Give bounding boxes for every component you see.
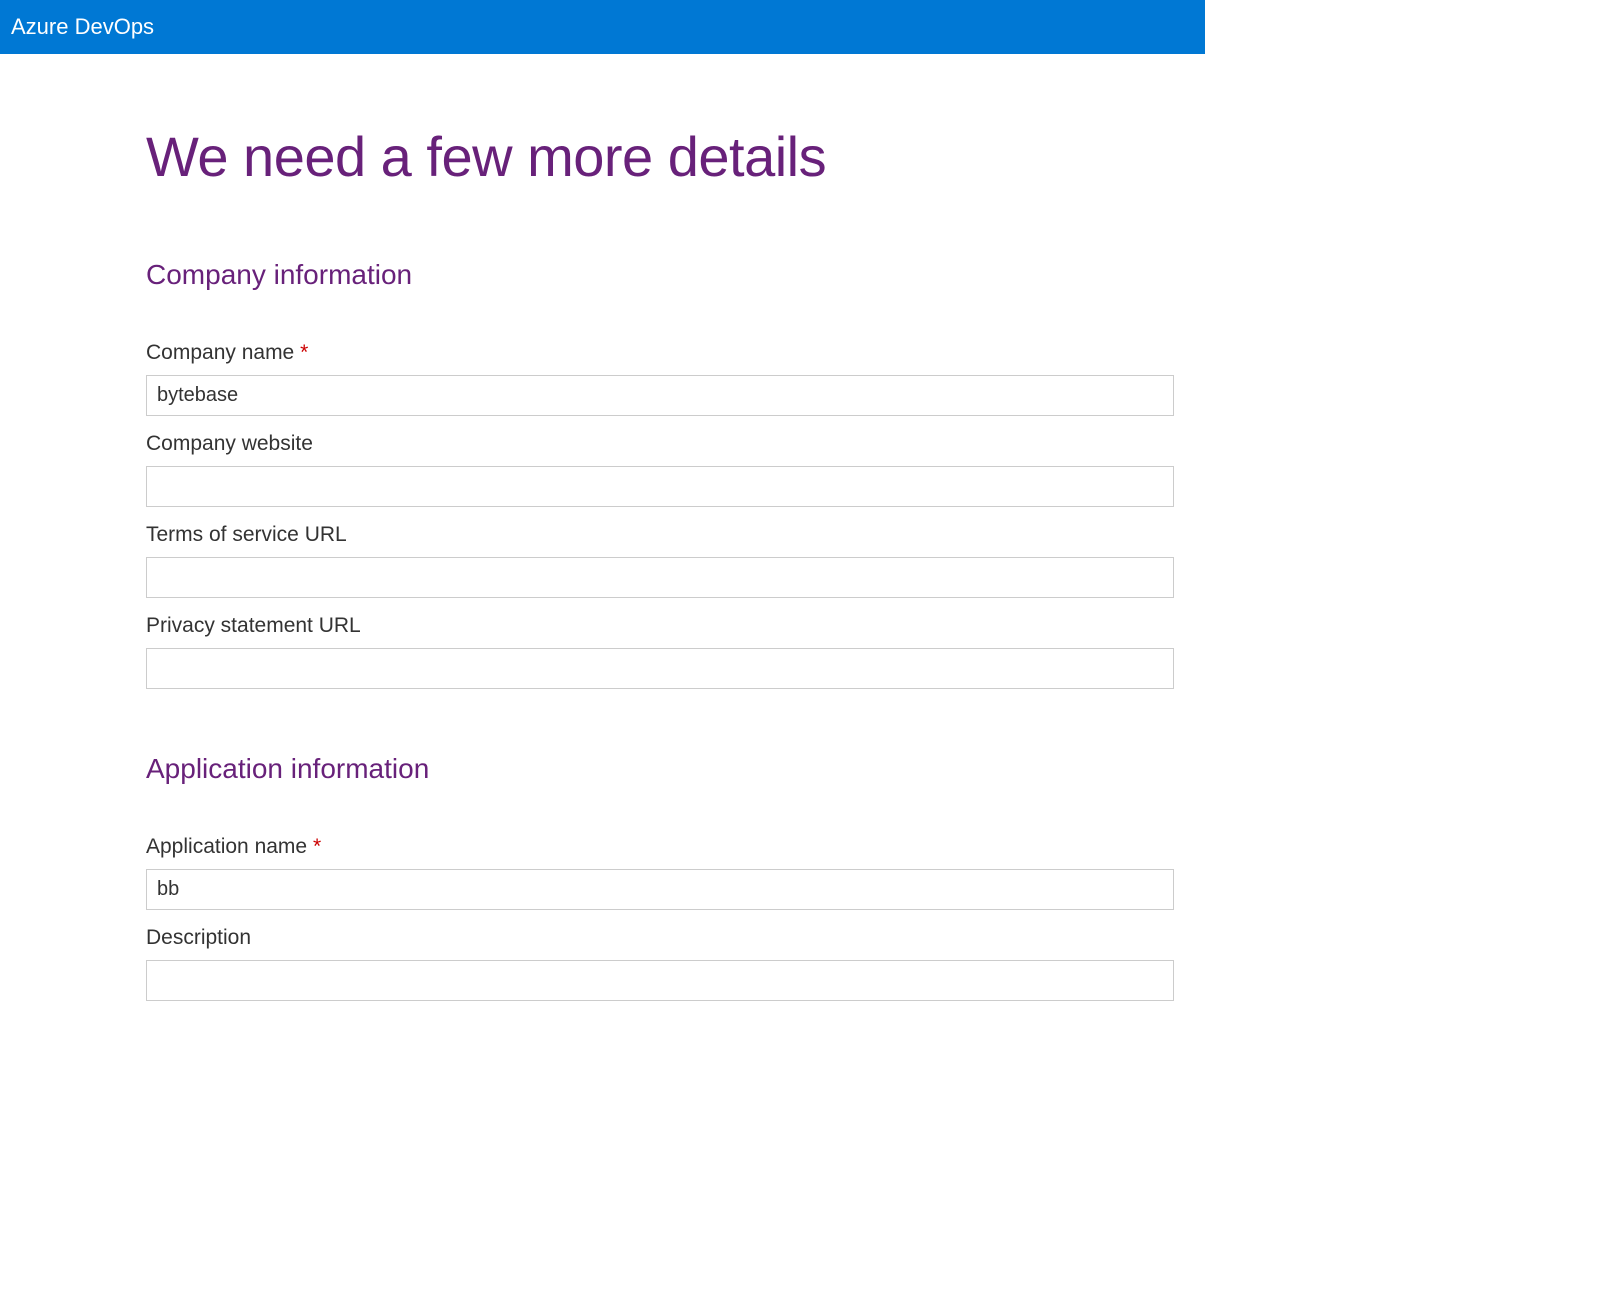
tos-url-input[interactable]: [146, 557, 1174, 598]
company-website-label: Company website: [146, 432, 1205, 456]
header-title: Azure DevOps: [11, 14, 154, 40]
page-title: We need a few more details: [146, 124, 1205, 189]
application-section-title: Application information: [146, 753, 1205, 785]
tos-url-label: Terms of service URL: [146, 523, 1205, 547]
content-wrapper: We need a few more details Company infor…: [0, 54, 1205, 1001]
company-section-title: Company information: [146, 259, 1205, 291]
application-name-input[interactable]: [146, 869, 1174, 910]
required-asterisk: *: [300, 341, 308, 364]
header-bar: Azure DevOps: [0, 0, 1205, 54]
company-name-input[interactable]: [146, 375, 1174, 416]
company-website-input[interactable]: [146, 466, 1174, 507]
required-asterisk: *: [313, 835, 321, 858]
company-name-group: Company name *: [146, 341, 1205, 416]
company-name-label: Company name *: [146, 341, 1205, 365]
description-label: Description: [146, 926, 1205, 950]
privacy-url-input[interactable]: [146, 648, 1174, 689]
company-website-group: Company website: [146, 432, 1205, 507]
tos-url-group: Terms of service URL: [146, 523, 1205, 598]
description-group: Description: [146, 926, 1205, 1001]
privacy-url-label: Privacy statement URL: [146, 614, 1205, 638]
application-name-group: Application name *: [146, 835, 1205, 910]
application-name-label: Application name *: [146, 835, 1205, 859]
description-input[interactable]: [146, 960, 1174, 1001]
privacy-url-group: Privacy statement URL: [146, 614, 1205, 689]
